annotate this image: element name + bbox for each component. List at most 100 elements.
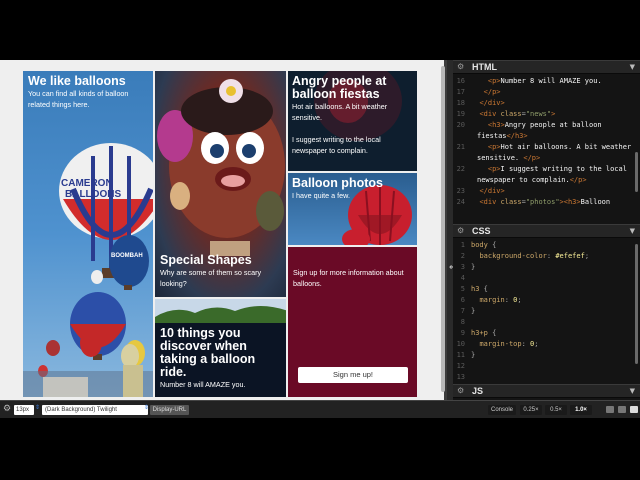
line-number: 19	[456, 110, 465, 118]
layout-top-icon[interactable]	[618, 406, 626, 413]
line-number: 13	[456, 373, 465, 381]
chevron-down-icon[interactable]: ▼	[630, 387, 635, 395]
html-code-line[interactable]: 22 <p>I suggest writing to the local new…	[453, 164, 640, 186]
code-token: <div	[479, 198, 501, 206]
css-code-line[interactable]: 3}	[453, 262, 640, 273]
line-number: 11	[456, 351, 465, 359]
html-panel-header[interactable]: ⚙ HTML ▼	[453, 60, 640, 74]
preview-pane: We like balloons You can find all kinds …	[0, 60, 445, 400]
zoom-025-button[interactable]: 0.25×	[520, 405, 542, 415]
app-stage: We like balloons You can find all kinds …	[0, 60, 640, 418]
zoom-05-button[interactable]: 0.5×	[545, 405, 567, 415]
tile-angry-people: Angry people at balloon fiestas Hot air …	[287, 70, 418, 172]
console-button[interactable]: Console	[488, 405, 516, 415]
code-token: {	[487, 241, 497, 249]
css-editor-scrollbar[interactable]	[635, 244, 638, 364]
code-token: I suggest writing to the local newspaper…	[477, 165, 632, 184]
shapes-title: Special Shapes	[160, 253, 252, 267]
html-panel: ⚙ HTML ▼ 16 <p>Number 8 will AMAZE you. 1…	[453, 60, 640, 220]
chevron-down-icon[interactable]: ▼	[630, 227, 635, 235]
code-token: background-color	[479, 252, 547, 260]
css-code-line[interactable]: 10 margin-top: 0;	[453, 339, 640, 350]
layout-left-icon[interactable]	[606, 406, 614, 413]
code-token: </p>	[483, 88, 501, 96]
css-code-line[interactable]: 2 background-color: #efefef;	[453, 251, 640, 262]
line-number: 16	[456, 77, 465, 85]
angry-text-2: I suggest writing to the local newspaper…	[292, 135, 381, 155]
html-code-editor[interactable]: 16 <p>Number 8 will AMAZE you. 17 </p> 18 …	[453, 74, 640, 208]
gear-icon[interactable]: ⚙	[457, 226, 464, 235]
code-token: <p>	[487, 165, 501, 173]
font-size-select[interactable]: 13px	[14, 405, 34, 415]
theme-select[interactable]: (Dark Background) Twilight	[42, 405, 148, 415]
code-token: ;	[584, 252, 590, 260]
css-code-line[interactable]: 4	[453, 273, 640, 284]
css-code-line[interactable]: 11}	[453, 350, 640, 361]
html-code-line[interactable]: 19 <div class="news">	[453, 109, 640, 120]
display-url-button[interactable]: Display-URL	[150, 405, 189, 415]
line-number: 8	[460, 318, 465, 326]
css-code-editor[interactable]: 1 body {2 background-color: #efefef; 3} 4 5 h…	[453, 238, 640, 383]
chevron-updown-icon[interactable]: ⇕	[35, 404, 40, 411]
balloon-grid: We like balloons You can find all kinds …	[22, 70, 418, 398]
code-token: ;	[517, 296, 522, 304]
code-token: <h3>	[487, 121, 505, 129]
code-token: class	[500, 110, 522, 118]
zoom-1-button[interactable]: 1.0×	[570, 405, 592, 415]
html-code-line[interactable]: 20 <h3>Angry people at balloon fiestas</…	[453, 120, 640, 142]
chevron-down-icon[interactable]: ▼	[630, 63, 635, 71]
line-number: 12	[456, 362, 465, 370]
html-code-line[interactable]: 18 </div>	[453, 98, 640, 109]
html-editor-scrollbar[interactable]	[635, 152, 638, 192]
css-code-line[interactable]: 8	[453, 317, 640, 328]
css-panel-header[interactable]: ⚙ CSS ▼	[453, 224, 640, 238]
html-code-line[interactable]: 16 <p>Number 8 will AMAZE you.	[453, 76, 640, 87]
svg-text:BALLOONS: BALLOONS	[65, 189, 121, 200]
chevron-updown-icon[interactable]: ⇕	[144, 404, 149, 411]
css-code-line[interactable]: 13	[453, 372, 640, 383]
html-code-line[interactable]: 23 </div>	[453, 186, 640, 197]
css-code-line[interactable]: 7}	[453, 306, 640, 317]
code-token: <p>	[487, 77, 501, 85]
photos-text: I have quite a few.	[292, 191, 350, 200]
tile-signup: Sign up for more information about ballo…	[287, 246, 418, 398]
html-code-line[interactable]: 21 <p>Hot air balloons. A bit weather se…	[453, 142, 640, 164]
sign-me-up-button[interactable]: Sign me up!	[298, 367, 408, 383]
gear-icon[interactable]: ⚙	[457, 386, 464, 395]
code-token: </div>	[479, 187, 505, 195]
line-number: 9	[460, 329, 465, 337]
line-number: 2	[460, 252, 465, 260]
angry-text-1: Hot air balloons. A bit weather sensitiv…	[292, 102, 388, 122]
code-token: class	[500, 198, 522, 206]
tile-ten-things: 10 things you discover when taking a bal…	[154, 298, 287, 398]
shapes-text: Why are some of them so scary looking?	[160, 268, 262, 288]
css-code-line[interactable]: 12	[453, 361, 640, 372]
js-panel-title: JS	[472, 386, 484, 396]
line-number: 3	[460, 263, 465, 271]
line-number: 22	[456, 165, 465, 173]
line-number: 5	[460, 285, 465, 293]
code-token: }	[471, 307, 476, 315]
html-code-line[interactable]: 17 </p>	[453, 87, 640, 98]
code-token: </p>	[523, 154, 541, 162]
css-code-line[interactable]: 6 margin: 0;	[453, 295, 640, 306]
preview-scrollbar[interactable]	[441, 66, 445, 392]
editor-pane: ⚙ HTML ▼ 16 <p>Number 8 will AMAZE you. 1…	[453, 60, 640, 400]
code-token: </div>	[479, 99, 505, 107]
layout-right-icon[interactable]	[630, 406, 638, 413]
settings-icon[interactable]: ⚙	[3, 404, 11, 414]
code-token: <p>	[487, 143, 501, 151]
js-panel-header[interactable]: ⚙ JS ▼	[453, 384, 640, 398]
gear-icon[interactable]: ⚙	[457, 62, 464, 71]
code-token: :	[521, 340, 531, 348]
css-code-line[interactable]: 5 h3 {	[453, 284, 640, 295]
html-code-line[interactable]: 24 <div class="photos"><h3>Balloon	[453, 197, 640, 208]
line-number: 4	[460, 274, 465, 282]
css-code-line[interactable]: 9 h3+p {	[453, 328, 640, 339]
code-token: #efefef	[555, 252, 585, 260]
css-code-line[interactable]: 1 body {	[453, 240, 640, 251]
line-number: 17	[456, 88, 465, 96]
